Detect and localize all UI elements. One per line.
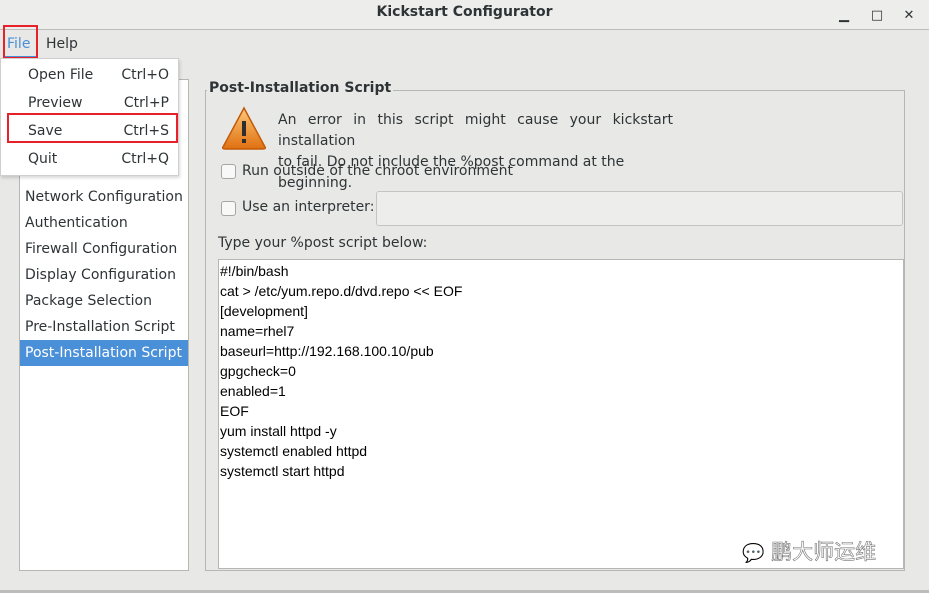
close-button[interactable]: ✕ bbox=[899, 3, 919, 28]
menu-bar: File Help bbox=[0, 31, 929, 59]
menu-item-label: Open File bbox=[28, 67, 94, 83]
maximize-button[interactable]: □ bbox=[867, 3, 887, 28]
sidebar-item-firewall[interactable]: Firewall Configuration bbox=[20, 236, 188, 262]
sidebar-item-packages[interactable]: Package Selection bbox=[20, 288, 188, 314]
script-prompt-label: Type your %post script below: bbox=[218, 235, 428, 251]
section-title: Post-Installation Script bbox=[207, 80, 394, 96]
warning-line: An error in this script might cause your… bbox=[278, 112, 673, 149]
script-editor[interactable]: #!/bin/bash cat > /etc/yum.repo.d/dvd.re… bbox=[218, 259, 904, 569]
highlight-box-save bbox=[7, 113, 178, 143]
run-outside-chroot-label: Run outside of the chroot environment bbox=[242, 163, 513, 179]
menu-item-accel: Ctrl+Q bbox=[121, 151, 169, 167]
interpreter-input[interactable] bbox=[376, 191, 903, 226]
sidebar-item-display[interactable]: Display Configuration bbox=[20, 262, 188, 288]
sidebar-item-network[interactable]: Network Configuration bbox=[20, 184, 188, 210]
menu-item-label: Quit bbox=[28, 151, 58, 167]
sidebar-item-pre-script[interactable]: Pre-Installation Script bbox=[20, 314, 188, 340]
window-title: Kickstart Configurator bbox=[376, 4, 553, 20]
sidebar-item-post-script[interactable]: Post-Installation Script bbox=[20, 340, 188, 366]
warning-icon bbox=[222, 106, 266, 150]
watermark-text: 鹏大师运维 bbox=[771, 540, 877, 565]
highlight-box-file bbox=[3, 25, 38, 59]
menu-help[interactable]: Help bbox=[46, 36, 78, 52]
menu-item-open-file[interactable]: Open File Ctrl+O bbox=[1, 61, 178, 89]
run-outside-chroot-checkbox[interactable] bbox=[221, 164, 236, 179]
sidebar-item-authentication[interactable]: Authentication bbox=[20, 210, 188, 236]
use-interpreter-checkbox[interactable] bbox=[221, 201, 236, 216]
watermark: 💬 鹏大师运维 bbox=[742, 536, 877, 566]
menu-item-accel: Ctrl+O bbox=[121, 67, 169, 83]
minimize-button[interactable]: ▁ bbox=[834, 3, 854, 28]
menu-item-quit[interactable]: Quit Ctrl+Q bbox=[1, 145, 178, 173]
use-interpreter-label: Use an interpreter: bbox=[242, 199, 375, 215]
title-bar: Kickstart Configurator ▁ □ ✕ bbox=[0, 0, 929, 30]
warning-text: An error in this script might cause your… bbox=[278, 110, 678, 194]
wechat-icon: 💬 bbox=[742, 543, 765, 565]
